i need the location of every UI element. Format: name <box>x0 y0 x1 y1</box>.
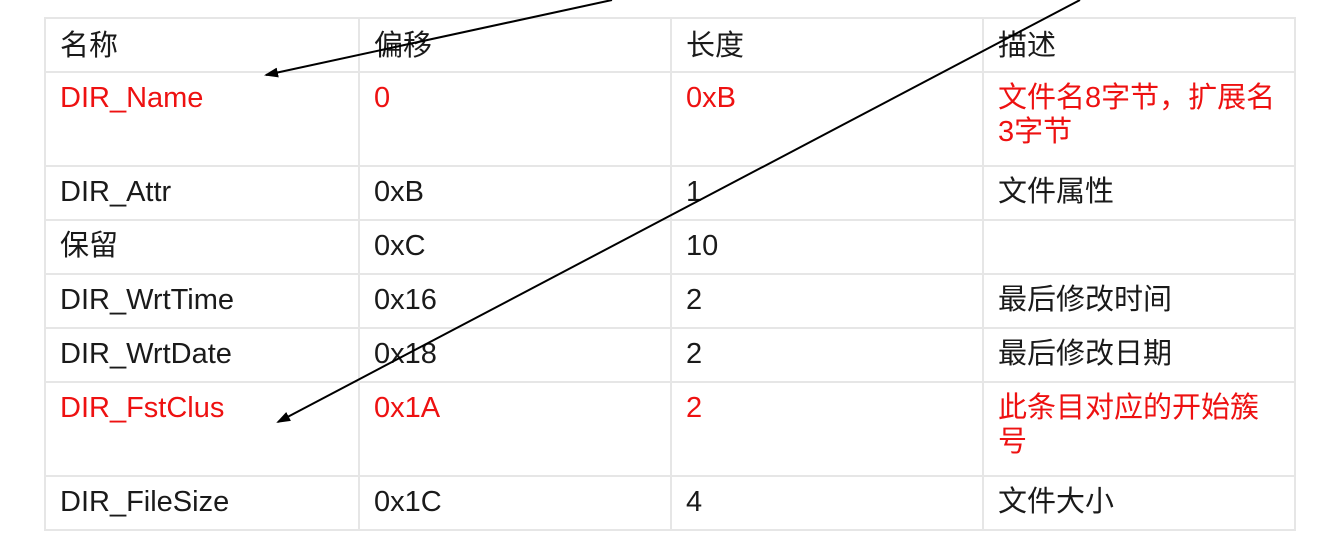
cell-name: DIR_FstClus <box>44 381 360 477</box>
table-row: DIR_Name 0 0xB 文件名8字节，扩展名3字节 <box>44 71 1296 167</box>
cell-description: 最后修改日期 <box>982 327 1296 383</box>
cell-description: 文件属性 <box>982 165 1296 221</box>
cell-offset: 0x16 <box>358 273 672 329</box>
header-length: 长度 <box>670 17 984 73</box>
table-row: DIR_WrtTime 0x16 2 最后修改时间 <box>44 273 1296 329</box>
table-row: DIR_Attr 0xB 1 文件属性 <box>44 165 1296 221</box>
cell-length: 2 <box>670 327 984 383</box>
cell-description <box>982 219 1296 275</box>
cell-name: DIR_Name <box>44 71 360 167</box>
cell-description: 文件大小 <box>982 475 1296 531</box>
cell-name: DIR_FileSize <box>44 475 360 531</box>
cell-length: 1 <box>670 165 984 221</box>
fat-directory-entry-table: 名称 偏移 长度 描述 DIR_Name 0 0xB 文件名8字节，扩展名3字节… <box>44 17 1296 531</box>
table-header-row: 名称 偏移 长度 描述 <box>44 17 1296 73</box>
cell-offset: 0x18 <box>358 327 672 383</box>
cell-offset: 0x1C <box>358 475 672 531</box>
header-offset: 偏移 <box>358 17 672 73</box>
cell-length: 10 <box>670 219 984 275</box>
cell-description: 最后修改时间 <box>982 273 1296 329</box>
table-row: DIR_FstClus 0x1A 2 此条目对应的开始簇号 <box>44 381 1296 477</box>
cell-length: 2 <box>670 273 984 329</box>
cell-name: DIR_WrtDate <box>44 327 360 383</box>
table-row: DIR_WrtDate 0x18 2 最后修改日期 <box>44 327 1296 383</box>
cell-offset: 0xB <box>358 165 672 221</box>
cell-offset: 0x1A <box>358 381 672 477</box>
cell-length: 2 <box>670 381 984 477</box>
cell-name: 保留 <box>44 219 360 275</box>
cell-offset: 0 <box>358 71 672 167</box>
cell-name: DIR_Attr <box>44 165 360 221</box>
table-row: 保留 0xC 10 <box>44 219 1296 275</box>
header-name: 名称 <box>44 17 360 73</box>
cell-offset: 0xC <box>358 219 672 275</box>
cell-length: 4 <box>670 475 984 531</box>
cell-name: DIR_WrtTime <box>44 273 360 329</box>
cell-description: 文件名8字节，扩展名3字节 <box>982 71 1296 167</box>
cell-description: 此条目对应的开始簇号 <box>982 381 1296 477</box>
table-row: DIR_FileSize 0x1C 4 文件大小 <box>44 475 1296 531</box>
cell-length: 0xB <box>670 71 984 167</box>
header-description: 描述 <box>982 17 1296 73</box>
